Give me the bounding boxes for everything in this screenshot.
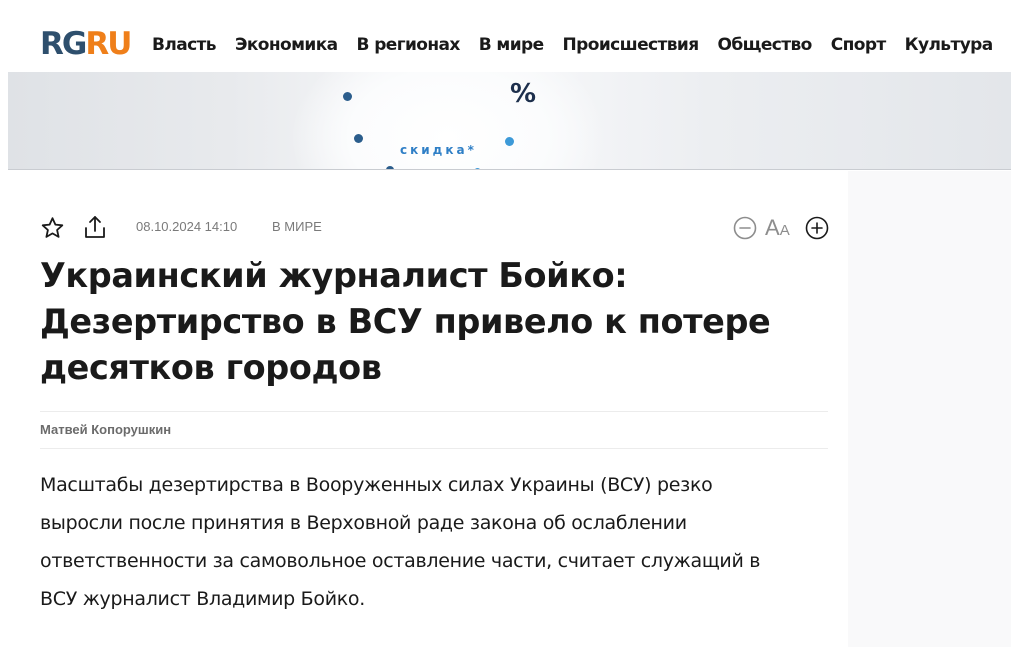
star-icon[interactable] (40, 216, 65, 240)
site-logo[interactable]: RGRU (40, 26, 132, 62)
article-lead: Масштабы дезертирства в Вооруженных сила… (40, 474, 761, 610)
logo-ru: RU (85, 26, 132, 62)
rubric-link[interactable]: В МИРЕ (272, 219, 322, 235)
nav-item-kultura[interactable]: Культура (905, 34, 994, 56)
logo-rg: RG (40, 26, 87, 62)
banner-discount-label: скидка* (400, 143, 477, 157)
nav-item-ekonomika[interactable]: Экономика (235, 34, 338, 56)
banner-dot (474, 168, 481, 169)
nav-item-v-mire[interactable]: В мире (479, 34, 544, 56)
divider (40, 448, 828, 449)
nav-item-proisshestviya[interactable]: Происшествия (563, 34, 700, 56)
divider (40, 411, 828, 412)
site-header: RGRU Власть Экономика В регионах В мире … (0, 0, 1024, 72)
author-link[interactable]: Матвей Копорушкин (40, 422, 171, 438)
publish-date: 08.10.2024 14:10 (136, 219, 238, 234)
ad-banner[interactable]: % скидка* (8, 72, 1011, 170)
nav-item-sport[interactable]: Спорт (831, 34, 887, 56)
nav-item-v-regionah[interactable]: В регионах (357, 34, 461, 56)
plus-circle-icon[interactable] (805, 216, 829, 240)
nav-item-vlast[interactable]: Власть (152, 34, 217, 56)
banner-dot (386, 166, 394, 169)
banner-dot (343, 92, 352, 101)
banner-dot (354, 134, 363, 143)
minus-circle-icon[interactable] (733, 216, 757, 240)
article-headline: Украинский журналист Бойко: Дезертирство… (40, 256, 771, 387)
share-icon[interactable] (83, 214, 107, 240)
font-label-small: А (779, 222, 790, 239)
banner-percent: % (510, 79, 537, 109)
nav-item-obshchestvo[interactable]: Общество (718, 34, 813, 56)
banner-dot (505, 137, 514, 146)
font-size-label: АА (765, 215, 790, 244)
main-nav: Власть Экономика В регионах В мире Проис… (152, 34, 1012, 56)
font-label-big: А (765, 215, 780, 240)
